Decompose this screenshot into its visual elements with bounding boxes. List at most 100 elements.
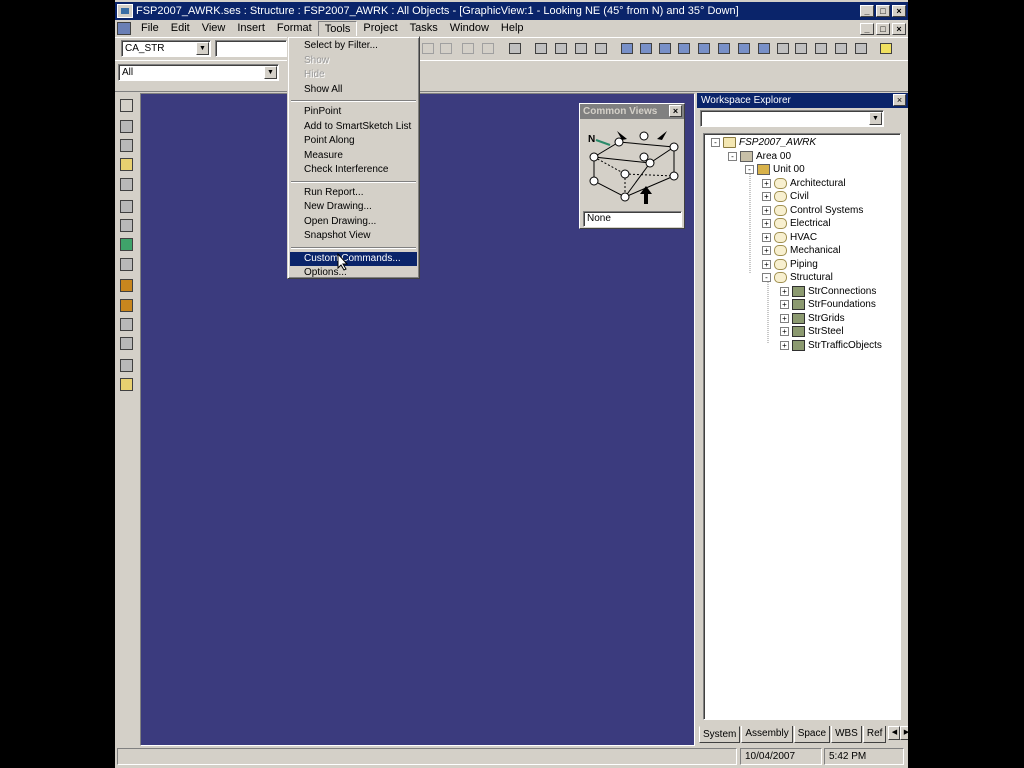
close-icon[interactable]: × [893,94,906,106]
pan-icon[interactable] [852,40,870,56]
place-handrail-icon[interactable] [119,317,135,333]
menu-project[interactable]: Project [357,21,403,37]
place-beam-icon[interactable] [119,177,135,193]
tree-node-root[interactable]: - FSP2007_AWRK [711,136,816,149]
chevron-down-icon[interactable]: ▼ [264,66,277,79]
chevron-down-icon[interactable]: ▼ [196,42,209,55]
tab-assembly[interactable]: Assembly [741,726,793,743]
tree-node-system-civil[interactable]: + Civil [762,190,809,203]
workspace-explorer-title[interactable]: Workspace Explorer × [697,93,908,108]
view-top-icon[interactable] [675,40,693,56]
maximize-button[interactable]: □ [876,5,890,17]
place-stair-icon[interactable] [592,40,610,56]
undo-icon[interactable] [506,40,524,56]
place-equipment-icon[interactable] [119,336,135,352]
fit-view-icon[interactable] [832,40,850,56]
document-icon[interactable] [117,22,131,35]
menu-window[interactable]: Window [444,21,495,37]
clip-view-icon[interactable] [715,40,733,56]
tree-node-system-hvac[interactable]: + HVAC [762,231,817,244]
expand-icon[interactable]: + [780,340,789,350]
menu-item-snapshot-view[interactable]: Snapshot View [290,229,417,244]
menu-item-add-to-smartsketch-list[interactable]: Add to SmartSketch List [290,120,417,135]
tab-reference[interactable]: Ref [862,726,887,743]
menu-item-new-drawing[interactable]: New Drawing... [290,200,417,215]
close-button[interactable]: × [892,5,906,17]
menu-tasks[interactable]: Tasks [404,21,444,37]
collapse-icon[interactable]: - [711,138,720,147]
menu-item-point-along[interactable]: Point Along [290,134,417,149]
menu-tools[interactable]: Tools [317,20,358,37]
menu-insert[interactable]: Insert [231,21,271,37]
menu-item-check-interference[interactable]: Check Interference [290,163,417,178]
common-views-title[interactable]: Common Views × [580,104,684,119]
place-opening-icon[interactable] [119,377,135,393]
tree-node-unit[interactable]: - Unit 00 [745,163,805,176]
place-member-icon[interactable] [119,119,135,135]
place-connection-icon[interactable] [119,218,135,234]
tree-node-system-mechanical[interactable]: + Mechanical [762,244,841,257]
expand-icon[interactable]: + [762,205,771,215]
tree-node-system-structural[interactable]: - Structural [762,271,833,284]
rotate-icon[interactable] [479,40,497,56]
move-icon[interactable] [459,40,477,56]
view-cube-icon[interactable]: N [584,124,680,208]
tree-node-system-architectural[interactable]: + Architectural [762,177,846,190]
expand-icon[interactable]: + [780,286,789,296]
tab-scroll-left-icon[interactable]: ◀ [888,726,901,740]
menu-file[interactable]: File [135,21,165,37]
active-input-field[interactable] [215,40,287,57]
menu-format[interactable]: Format [271,21,318,37]
expand-icon[interactable]: + [780,313,789,323]
place-member-icon[interactable] [532,40,550,56]
place-ladder-icon[interactable] [119,298,135,314]
zoom-icon[interactable] [792,40,810,56]
expand-icon[interactable]: + [762,246,771,255]
doc-restore-button[interactable]: □ [876,22,890,35]
expand-icon[interactable]: + [762,192,771,201]
menu-item-select-by-filter[interactable]: Select by Filter... [290,39,417,54]
tab-system[interactable]: System [699,726,741,743]
place-brace-icon[interactable] [119,157,135,173]
menu-item-options[interactable]: Options... [290,266,417,281]
menu-item-show-all[interactable]: Show All [290,83,417,98]
minimize-button[interactable]: _ [860,5,874,17]
menu-item-measure[interactable]: Measure [290,149,417,164]
menu-item-open-drawing[interactable]: Open Drawing... [290,215,417,230]
place-slab-icon[interactable] [119,257,135,273]
chevron-down-icon[interactable]: ▼ [869,112,882,125]
view-iso-icon[interactable] [618,40,636,56]
zoom-area-icon[interactable] [812,40,830,56]
place-wall-icon[interactable] [119,358,135,374]
tab-scroll-right-icon[interactable]: ▶ [900,726,908,740]
menu-help[interactable]: Help [495,21,530,37]
tree-node-system-piping[interactable]: + Piping [762,258,818,271]
menu-item-run-report[interactable]: Run Report... [290,186,417,201]
view-right-icon[interactable] [656,40,674,56]
tree-node-system-control-systems[interactable]: + Control Systems [762,204,863,217]
expand-icon[interactable]: + [762,219,771,228]
tree-node-strconnections[interactable]: + StrConnections [780,285,876,298]
place-footing-icon[interactable] [119,237,135,253]
select-arrow-icon[interactable] [119,98,135,114]
workspace-explorer-combo[interactable]: ▼ [700,110,884,127]
dropdown-arrow-icon[interactable] [774,40,792,56]
tree-node-strgrids[interactable]: + StrGrids [780,312,845,325]
expand-icon[interactable]: + [762,232,771,242]
paste-icon[interactable] [419,40,437,56]
delete-icon[interactable] [437,40,455,56]
view-front-icon[interactable] [637,40,655,56]
tab-wbs[interactable]: WBS [831,726,862,743]
tree-node-strtrafficobjects[interactable]: + StrTrafficObjects [780,339,882,352]
permission-group-combo[interactable]: CA_STR ▼ [121,40,211,57]
section-view-icon[interactable] [735,40,753,56]
menu-item-pinpoint[interactable]: PinPoint [290,105,417,120]
expand-icon[interactable]: + [762,178,771,188]
collapse-icon[interactable]: - [728,151,737,161]
doc-minimize-button[interactable]: _ [860,22,874,35]
place-slab-icon[interactable] [552,40,570,56]
doc-close-button[interactable]: × [892,22,906,35]
place-wall-icon[interactable] [572,40,590,56]
close-icon[interactable]: × [669,105,682,117]
collapse-icon[interactable]: - [745,165,754,174]
